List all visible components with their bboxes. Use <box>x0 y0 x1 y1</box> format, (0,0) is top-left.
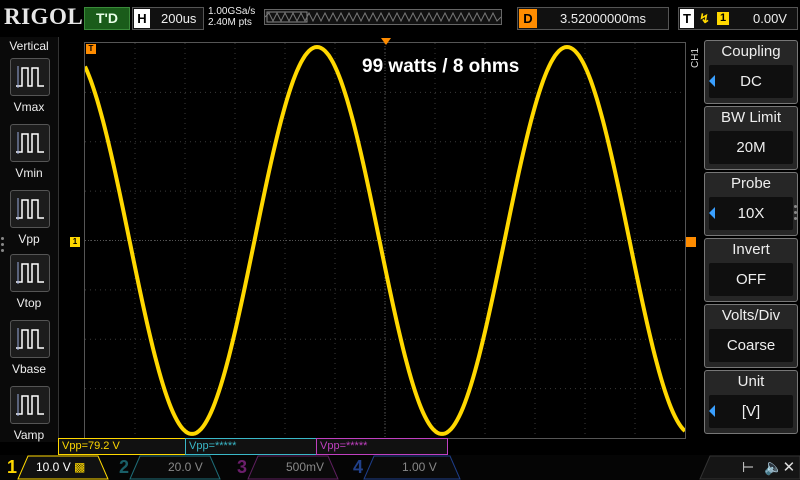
measure-vtop-label: Vtop <box>16 296 42 310</box>
measure-vmin-label: Vmin <box>15 166 43 180</box>
measure-vpp-label: Vpp <box>18 232 40 246</box>
probe-title: Probe <box>730 175 772 192</box>
vtop-icon <box>16 262 44 284</box>
knob-arrow-icon <box>709 75 715 87</box>
coupling-value: DC <box>709 65 793 98</box>
memory-depth: 2.40M pts <box>208 17 252 28</box>
channel1-scale: 10.0 V ▩ <box>36 460 86 474</box>
vpp-icon <box>16 198 44 220</box>
trigger-edge-icon: ↯ <box>699 11 710 26</box>
unit-title: Unit <box>737 373 765 390</box>
delay-value: 3.52000000ms <box>560 11 647 26</box>
channel4-scale: 1.00 V <box>402 460 437 474</box>
usb-icon: ⊢ <box>742 459 755 475</box>
unit-value: [V] <box>709 395 793 428</box>
measure-vpp-button[interactable] <box>10 190 50 228</box>
volts-div-title: Volts/Div <box>721 307 781 324</box>
run-status-indicator[interactable]: T'D <box>84 7 130 30</box>
memory-overview-waveform <box>265 11 501 23</box>
waveform-display[interactable] <box>84 42 686 439</box>
channel4-number: 4 <box>352 457 363 477</box>
sample-rate: 1.00GSa/s <box>208 6 256 17</box>
graticule <box>85 43 685 438</box>
measurement-ch3: Vpp=***** <box>316 438 448 455</box>
delay-display[interactable]: D 3.52000000ms <box>517 7 669 30</box>
channel-status-bar: 1 10.0 V ▩ 2 20.0 V 3 500mV 4 1.00 V <box>0 455 800 480</box>
timebase-key: H <box>134 9 150 28</box>
channel-menu-panel: Coupling DC BW Limit 20M Probe 10X Invert OFF Vo… <box>704 40 798 438</box>
channel2-number: 2 <box>118 457 129 477</box>
knob-arrow-icon <box>709 207 715 219</box>
channel3-number: 3 <box>236 457 247 477</box>
channel1-tab[interactable]: 1 10.0 V ▩ <box>0 456 110 479</box>
top-status-bar: RIGOL T'D H 200us 1.00GSa/s 2.40M pts D … <box>0 0 800 36</box>
measure-vbase-label: Vbase <box>11 362 47 376</box>
menu-scroll-indicator[interactable] <box>794 205 798 223</box>
invert-title: Invert <box>732 241 770 258</box>
volts-div-menu-button[interactable]: Volts/Div Coarse <box>704 304 798 368</box>
channel2-scale: 20.0 V <box>168 460 203 474</box>
timebase-display[interactable]: H 200us <box>132 7 204 30</box>
channel3-tab[interactable]: 3 500mV <box>230 456 340 479</box>
waveform-annotation: 99 watts / 8 ohms <box>362 56 520 77</box>
measure-vmax-label: Vmax <box>13 100 45 114</box>
measure-vtop-button[interactable] <box>10 254 50 292</box>
vmin-icon <box>16 132 44 154</box>
measure-vbase-button[interactable] <box>10 320 50 358</box>
channel1-offset-marker[interactable]: 1 <box>70 237 80 247</box>
trigger-key: T <box>680 9 694 28</box>
volts-div-value: Coarse <box>709 329 793 362</box>
trigger-level: 0.00V <box>753 11 787 26</box>
timebase-value: 200us <box>161 11 197 26</box>
measure-vamp-button[interactable] <box>10 386 50 424</box>
horizontal-trigger-marker[interactable] <box>381 38 391 45</box>
probe-value: 10X <box>709 197 793 230</box>
delay-key: D <box>519 9 537 28</box>
channel-menu-tag: CH1 <box>690 47 701 68</box>
vbase-icon <box>16 328 44 350</box>
invert-value: OFF <box>709 263 793 296</box>
trigger-level-marker[interactable] <box>686 237 696 247</box>
invert-menu-button[interactable]: Invert OFF <box>704 238 798 302</box>
measure-vamp-label: Vamp <box>13 428 45 442</box>
panel-title: Vertical <box>9 39 49 53</box>
channel3-scale: 500mV <box>286 460 325 474</box>
channel4-tab[interactable]: 4 1.00 V <box>346 456 456 479</box>
measure-vmax-button[interactable] <box>10 58 50 96</box>
brand-logo: RIGOL <box>4 4 84 29</box>
coupling-menu-button[interactable]: Coupling DC <box>704 40 798 104</box>
channel2-tab[interactable]: 2 20.0 V <box>112 456 222 479</box>
memory-overview-bar <box>264 9 502 25</box>
measure-vmin-button[interactable] <box>10 124 50 162</box>
probe-menu-button[interactable]: Probe 10X <box>704 172 798 236</box>
trigger-source: 1 <box>717 12 729 25</box>
acquisition-info: 1.00GSa/s 2.40M pts <box>208 6 255 28</box>
bw-limit-value: 20M <box>709 131 793 164</box>
bw-limit-title: BW Limit <box>721 109 781 126</box>
knob-arrow-icon <box>709 405 715 417</box>
bw-limit-menu-button[interactable]: BW Limit 20M <box>704 106 798 170</box>
trigger-position-marker[interactable]: T <box>86 44 96 54</box>
coupling-title: Coupling <box>721 43 781 60</box>
speaker-muted-icon[interactable]: 🔈✕ <box>764 458 795 476</box>
measurement-ch2: Vpp=***** <box>185 438 317 455</box>
measurement-ch1: Vpp=79.2 V <box>58 438 186 455</box>
trigger-display[interactable]: T ↯ 1 0.00V <box>678 7 798 30</box>
vamp-icon <box>16 394 44 416</box>
channel1-number: 1 <box>6 457 17 477</box>
unit-menu-button[interactable]: Unit [V] <box>704 370 798 434</box>
vmax-icon <box>16 66 44 88</box>
